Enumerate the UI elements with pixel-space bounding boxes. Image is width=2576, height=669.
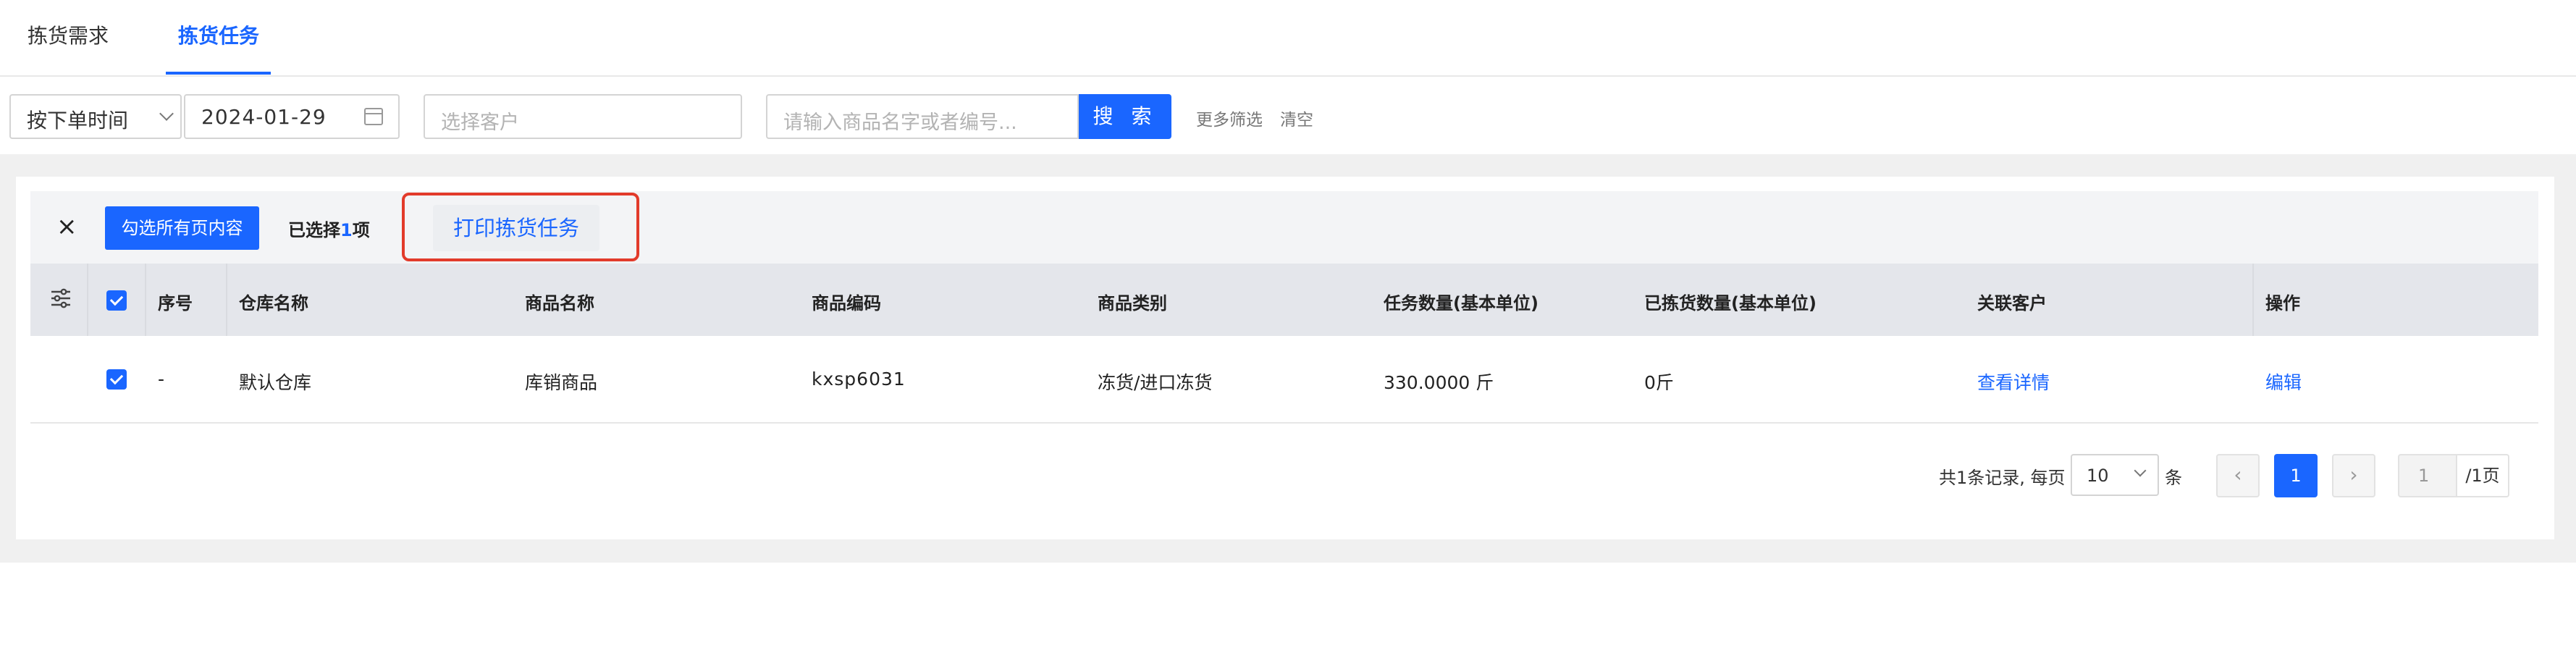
tab-picking-task[interactable]: 拣货任务 xyxy=(178,23,259,49)
active-tab-indicator xyxy=(166,72,271,75)
close-icon[interactable]: × xyxy=(56,212,77,241)
col-header-index: 序号 xyxy=(158,293,193,314)
cell-index: - xyxy=(158,369,165,390)
col-header-action: 操作 xyxy=(2265,293,2300,314)
cell-warehouse: 默认仓库 xyxy=(239,372,312,393)
selected-count-text: 已选择1项 xyxy=(288,216,370,241)
search-placeholder: 请输入商品名字或者编号... xyxy=(783,112,1017,134)
page-size-value: 10 xyxy=(2087,466,2109,486)
row-checkbox[interactable] xyxy=(106,369,127,390)
tab-picking-demand[interactable]: 拣货需求 xyxy=(28,23,109,49)
col-header-warehouse: 仓库名称 xyxy=(239,293,308,314)
col-header-category: 商品类别 xyxy=(1098,293,1167,314)
page-size-unit: 条 xyxy=(2165,468,2182,488)
col-header-product-name: 商品名称 xyxy=(525,293,594,314)
cell-picked-qty: 0斤 xyxy=(1644,372,1674,393)
table-row xyxy=(30,336,2538,424)
view-details-link[interactable]: 查看详情 xyxy=(1977,369,2050,395)
total-pages-label: /1页 xyxy=(2457,454,2509,497)
col-header-picked-qty: 已拣货数量(基本单位) xyxy=(1644,293,1817,314)
selected-suffix: 项 xyxy=(352,220,370,240)
date-value: 2024-01-29 xyxy=(201,105,327,129)
clear-link[interactable]: 清空 xyxy=(1280,106,1313,130)
table-header xyxy=(30,264,2538,336)
chevron-down-icon xyxy=(2134,464,2147,477)
highlight-box xyxy=(402,193,639,261)
header-checkbox[interactable] xyxy=(106,290,127,311)
edit-link[interactable]: 编辑 xyxy=(2265,369,2302,395)
current-page-button[interactable]: 1 xyxy=(2274,454,2318,497)
next-page-button[interactable]: › xyxy=(2332,454,2375,497)
order-time-select-value: 按下单时间 xyxy=(27,109,129,132)
col-header-customer: 关联客户 xyxy=(1977,293,2047,314)
select-all-pages-button[interactable]: 勾选所有页内容 xyxy=(105,206,259,250)
cell-product-name: 库销商品 xyxy=(525,372,598,393)
chevron-down-icon xyxy=(159,106,174,121)
page-jump-input[interactable]: 1 xyxy=(2398,454,2457,497)
cell-task-qty: 330.0000 斤 xyxy=(1384,372,1494,393)
search-input[interactable]: 请输入商品名字或者编号... xyxy=(766,94,1079,139)
col-header-task-qty: 任务数量(基本单位) xyxy=(1384,293,1539,314)
more-filters-link[interactable]: 更多筛选 xyxy=(1196,106,1263,130)
cell-product-code: kxsp6031 xyxy=(812,369,906,390)
selected-prefix: 已选择 xyxy=(288,220,340,240)
col-header-product-code: 商品编码 xyxy=(812,293,881,314)
date-picker[interactable]: 2024-01-29 xyxy=(184,94,400,139)
selected-count: 1 xyxy=(340,220,353,240)
page-size-select[interactable]: 10 xyxy=(2071,454,2159,496)
tab-bar xyxy=(0,0,2576,77)
cell-category: 冻货/进口冻货 xyxy=(1098,372,1213,393)
page-jump-value: 1 xyxy=(2418,466,2430,486)
column-settings-icon[interactable] xyxy=(49,287,72,310)
pagination-total: 共1条记录, 每页 xyxy=(1939,468,2066,488)
customer-select[interactable]: 选择客户 xyxy=(424,94,742,139)
prev-page-button[interactable]: ‹ xyxy=(2216,454,2260,497)
customer-placeholder: 选择客户 xyxy=(441,112,519,134)
order-time-select[interactable]: 按下单时间 xyxy=(9,94,182,139)
search-button[interactable]: 搜 索 xyxy=(1079,94,1171,139)
calendar-icon xyxy=(364,108,383,125)
